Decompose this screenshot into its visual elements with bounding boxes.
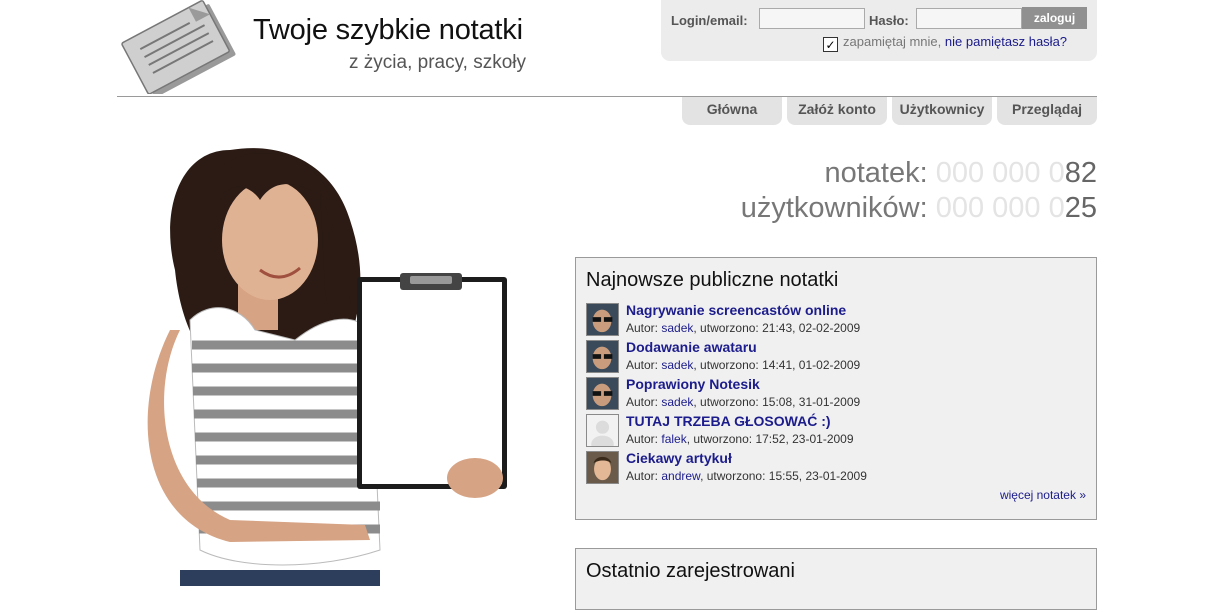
notes-counter-padding: 000 000 0 — [935, 157, 1065, 189]
created-prefix: , utworzono: — [693, 321, 759, 335]
note-title-link[interactable]: Poprawiony Notesik — [626, 376, 760, 392]
note-author-link[interactable]: sadek — [661, 358, 693, 372]
face-avatar-icon[interactable] — [586, 451, 619, 484]
site-subtitle: z życia, pracy, szkoły — [349, 52, 527, 73]
site-title: Twoje szybkie notatki — [253, 14, 523, 46]
author-prefix: Autor: — [626, 469, 659, 483]
created-prefix: , utworzono: — [700, 469, 766, 483]
note-item: TUTAJ TRZEBA GŁOSOWAĆ :) Autor: falek, u… — [586, 413, 1086, 450]
note-item: Nagrywanie screencastów online Autor: sa… — [586, 302, 1086, 339]
note-item: Ciekawy artykuł Autor: andrew, utworzono… — [586, 450, 1086, 487]
users-counter: użytkowników: 000 000 025 — [741, 192, 1097, 225]
created-prefix: , utworzono: — [693, 395, 759, 409]
note-author-link[interactable]: sadek — [661, 395, 693, 409]
author-prefix: Autor: — [626, 321, 659, 335]
note-author-link[interactable]: andrew — [661, 469, 700, 483]
password-label: Hasło: — [869, 13, 909, 28]
author-prefix: Autor: — [626, 395, 659, 409]
remember-label: zapamiętaj mnie, — [843, 34, 942, 49]
sunglasses-avatar-icon[interactable] — [586, 340, 619, 373]
note-item: Poprawiony Notesik Autor: sadek, utworzo… — [586, 376, 1086, 413]
woman-holding-clipboard-photo — [147, 148, 507, 586]
sunglasses-avatar-icon[interactable] — [586, 303, 619, 336]
more-notes-link[interactable]: więcej notatek » — [1000, 488, 1086, 502]
forgot-password-link[interactable]: nie pamiętasz hasła? — [945, 34, 1067, 49]
note-date: 14:41, 01-02-2009 — [762, 358, 861, 372]
note-title-link[interactable]: TUTAJ TRZEBA GŁOSOWAĆ :) — [626, 413, 831, 429]
notes-counter: notatek: 000 000 082 — [824, 157, 1097, 190]
notesik-logo[interactable] — [117, 0, 239, 94]
note-date: 15:55, 23-01-2009 — [768, 469, 867, 483]
note-author-link[interactable]: sadek — [661, 321, 693, 335]
created-prefix: , utworzono: — [686, 432, 753, 446]
tab-uzytkownicy[interactable]: Użytkownicy — [892, 97, 992, 125]
note-title-link[interactable]: Dodawanie awataru — [626, 339, 757, 355]
note-meta: Autor: falek, utworzono: 17:52, 23-01-20… — [626, 432, 854, 446]
tab-glowna[interactable]: Główna — [682, 97, 782, 125]
login-box: Login/email: Hasło: zaloguj ✓ zapamiętaj … — [661, 0, 1097, 61]
login-input[interactable] — [759, 8, 865, 29]
author-prefix: Autor: — [626, 432, 659, 446]
login-label: Login/email: — [671, 13, 748, 28]
recent-users-heading: Ostatnio zarejestrowani — [586, 560, 795, 582]
note-meta: Autor: sadek, utworzono: 15:08, 31-01-20… — [626, 395, 860, 409]
note-meta: Autor: sadek, utworzono: 21:43, 02-02-20… — [626, 321, 860, 335]
note-item: Dodawanie awataru Autor: sadek, utworzon… — [586, 339, 1086, 376]
users-counter-label: użytkowników: — [740, 192, 928, 224]
note-author-link[interactable]: falek — [661, 432, 686, 446]
sunglasses-avatar-icon[interactable] — [586, 377, 619, 410]
tab-zaloz-konto[interactable]: Załóż konto — [787, 97, 887, 125]
password-input[interactable] — [916, 8, 1022, 29]
created-prefix: , utworzono: — [693, 358, 759, 372]
remember-row: ✓ zapamiętaj mnie, nie pamiętasz hasła? — [823, 34, 1067, 52]
note-meta: Autor: sadek, utworzono: 14:41, 01-02-20… — [626, 358, 860, 372]
recent-users-panel: Ostatnio zarejestrowani — [575, 548, 1097, 610]
author-prefix: Autor: — [626, 358, 659, 372]
note-date: 15:08, 31-01-2009 — [762, 395, 861, 409]
note-title-link[interactable]: Ciekawy artykuł — [626, 450, 732, 466]
note-date: 21:43, 02-02-2009 — [762, 321, 861, 335]
note-date: 17:52, 23-01-2009 — [755, 432, 854, 446]
remember-checkbox[interactable]: ✓ — [823, 37, 838, 52]
users-counter-padding: 000 000 0 — [935, 192, 1065, 224]
default-avatar-icon[interactable] — [586, 414, 619, 447]
note-meta: Autor: andrew, utworzono: 15:55, 23-01-2… — [626, 469, 867, 483]
notes-counter-label: notatek: — [824, 157, 928, 189]
users-counter-value: 25 — [1064, 192, 1097, 224]
latest-notes-panel: Najnowsze publiczne notatki Nagrywanie s… — [575, 257, 1097, 520]
login-button[interactable]: zaloguj — [1022, 7, 1087, 29]
latest-notes-heading: Najnowsze publiczne notatki — [586, 269, 839, 291]
notes-counter-value: 82 — [1064, 157, 1097, 189]
tab-przegladaj[interactable]: Przeglądaj — [997, 97, 1097, 125]
note-title-link[interactable]: Nagrywanie screencastów online — [626, 302, 846, 318]
